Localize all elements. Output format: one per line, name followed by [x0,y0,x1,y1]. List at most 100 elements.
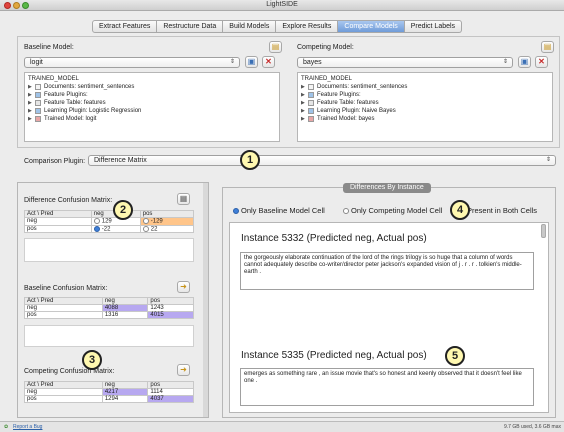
competing-matrix-export-button[interactable]: ➜ [177,364,190,376]
competing-save-button[interactable]: ▣ [518,56,531,68]
plugin-icon [35,92,41,98]
difference-matrix-area [24,238,194,262]
save-icon: ▣ [520,57,529,66]
expand-triangle-icon: ▶ [28,116,32,122]
memory-usage: 9.7 GB used, 3.6 GB max [504,424,561,430]
baseline-matrix-area [24,325,194,347]
baseline-model-tree: TRAINED_MODEL ▶ Documents: sentiment_sent… [24,72,280,142]
app-title: LightSIDE [266,1,298,8]
tree-root: TRAINED_MODEL [301,76,353,82]
tab-restructure-data[interactable]: Restructure Data [157,20,224,33]
tree-item[interactable]: ▶ Documents: sentiment_sentences [28,83,276,91]
callout-4: 4 [450,200,470,220]
expand-triangle-icon: ▶ [301,108,305,114]
export-icon: ➜ [180,365,187,374]
select-arrows-icon: ⇕ [229,59,235,65]
model-icon [308,116,314,122]
diff-cell[interactable]: -129 [139,217,195,226]
tree-item[interactable]: ▶ Feature Table: features [301,99,549,107]
export-icon: ▦ [179,194,188,203]
tree-item[interactable]: ▶ Trained Model: logit [28,115,276,123]
instance-title: Instance 5332 (Predicted neg, Actual pos… [241,233,427,244]
tab-build-models[interactable]: Build Models [223,20,277,33]
expand-triangle-icon: ▶ [28,84,32,90]
competing-model-label: Competing Model: [297,44,354,51]
delete-icon: ✕ [538,57,545,66]
radio-icon [343,208,349,215]
delete-icon: ✕ [265,57,272,66]
instance-text: the gorgeously elaborate continuation of… [240,252,534,290]
instances-scrollbar[interactable] [541,224,546,238]
baseline-delete-button[interactable]: ✕ [262,56,275,68]
difference-matrix-table: Act \ Pred neg pos neg 129 -129 pos -22 22 [24,210,195,234]
bug-icon: ✿ [4,424,9,430]
tree-item[interactable]: ▶ Trained Model: bayes [301,115,549,123]
callout-5: 5 [445,346,465,366]
callout-2: 2 [113,200,133,220]
difference-matrix-title: Difference Confusion Matrix: [24,197,113,204]
expand-triangle-icon: ▶ [301,116,305,122]
expand-triangle-icon: ▶ [28,92,32,98]
tree-item[interactable]: ▶ Feature Plugins: [28,91,276,99]
option-only-baseline[interactable]: Only Baseline Model Cell [233,206,325,215]
diff-cell[interactable]: -22 [90,224,141,234]
competing-delete-button[interactable]: ✕ [535,56,548,68]
baseline-model-label: Baseline Model: [24,44,74,51]
tree-item[interactable]: ▶ Learning Plugin: Logistic Regression [28,107,276,115]
plugin-icon [35,108,41,114]
folder-icon: ▤ [543,42,552,51]
model-icon [35,116,41,122]
save-icon: ▣ [247,57,256,66]
expand-triangle-icon: ▶ [28,108,32,114]
competing-open-folder-button[interactable]: ▤ [541,41,554,53]
document-icon [35,84,41,90]
competing-model-select[interactable]: bayes ⇕ [297,57,513,68]
expand-triangle-icon: ▶ [301,92,305,98]
comparison-plugin-select[interactable]: Difference Matrix ⇕ [88,155,556,166]
tree-item[interactable]: ▶ Documents: sentiment_sentences [301,83,549,91]
tab-compare-models[interactable]: Compare Models [338,20,405,33]
select-arrows-icon: ⇕ [502,59,508,65]
tab-extract-features[interactable]: Extract Features [92,20,158,33]
option-both-cells[interactable]: Present in Both Cells [467,206,537,215]
baseline-matrix-export-button[interactable]: ➜ [177,281,190,293]
tree-item[interactable]: ▶ Learning Plugin: Naive Bayes [301,107,549,115]
diff-cell[interactable]: 129 [90,217,141,226]
tab-predict-labels[interactable]: Predict Labels [404,20,463,33]
difference-matrix-export-button[interactable]: ▦ [177,193,190,205]
tab-explore-results[interactable]: Explore Results [276,20,339,33]
baseline-save-button[interactable]: ▣ [245,56,258,68]
expand-triangle-icon: ▶ [28,100,32,106]
competing-model-tree: TRAINED_MODEL ▶ Documents: sentiment_sent… [297,72,553,142]
competing-matrix-table: Act \ Pred neg pos neg 4217 1114 pos 1294 4037 [24,381,194,403]
tree-item[interactable]: ▶ Feature Table: features [28,99,276,107]
option-only-competing[interactable]: Only Competing Model Cell [343,206,442,215]
table-icon [35,100,41,106]
expand-triangle-icon: ▶ [301,100,305,106]
folder-icon: ▤ [271,42,280,51]
comparison-plugin-label: Comparison Plugin: [24,158,86,165]
table-icon [308,100,314,106]
callout-3: 3 [82,350,102,370]
radio-icon [233,208,239,215]
callout-1: 1 [240,150,260,170]
diff-cell[interactable]: 22 [139,224,195,234]
differences-section-title: Differences By Instance [343,183,431,193]
document-icon [308,84,314,90]
status-bar: ✿ Report a Bug 9.7 GB used, 3.6 GB max [0,421,564,432]
instance-text: emerges as something rare , an issue mov… [240,368,534,406]
baseline-matrix-table: Act \ Pred neg pos neg 4088 1243 pos 1316 4015 [24,297,194,319]
left-scrollbar[interactable] [203,183,208,417]
baseline-open-folder-button[interactable]: ▤ [269,41,282,53]
plugin-icon [308,108,314,114]
baseline-model-select[interactable]: logit ⇕ [24,57,240,68]
instance-title: Instance 5335 (Predicted neg, Actual pos… [241,350,427,361]
competing-matrix-title: Competing Confusion Matrix: [24,368,115,375]
select-arrows-icon: ⇕ [545,157,551,163]
report-bug-link[interactable]: Report a Bug [13,422,42,432]
expand-triangle-icon: ▶ [301,84,305,90]
title-bar: LightSIDE [0,0,564,11]
tree-item[interactable]: ▶ Feature Plugins: [301,91,549,99]
export-icon: ➜ [180,282,187,291]
baseline-matrix-title: Baseline Confusion Matrix: [24,285,108,292]
